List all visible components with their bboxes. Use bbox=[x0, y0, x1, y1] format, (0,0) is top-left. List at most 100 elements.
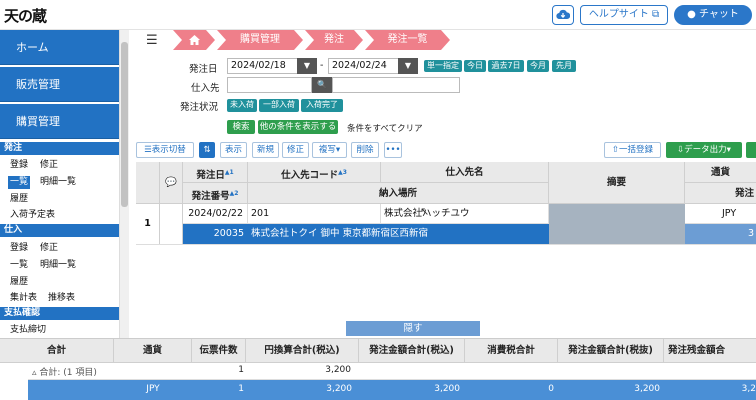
row-comment-cell[interactable] bbox=[160, 204, 183, 244]
cell-order-number[interactable]: 20035 bbox=[183, 224, 248, 244]
summary-group-count: 1 bbox=[238, 365, 244, 375]
show-button[interactable]: 表示 bbox=[220, 142, 247, 158]
extra-output-button[interactable] bbox=[746, 142, 756, 158]
sidebar-scroll-thumb[interactable] bbox=[121, 42, 128, 207]
order-detail-list-link[interactable]: 明細一覧 bbox=[40, 176, 76, 189]
cloud-download-button[interactable] bbox=[552, 5, 574, 25]
purchase-detail-list-link[interactable]: 明細一覧 bbox=[40, 259, 76, 272]
sidebar-item-purchasing[interactable]: 購買管理 bbox=[0, 104, 119, 139]
cell-supplier-name[interactable]: 株式会社ハッチユウ bbox=[381, 204, 549, 224]
last-month-button[interactable]: 先月 bbox=[552, 60, 576, 72]
cell-order-partial[interactable]: 3 bbox=[685, 224, 756, 244]
status-complete-toggle[interactable]: 入荷完了 bbox=[301, 99, 343, 112]
date-from-dropdown[interactable]: ▼ bbox=[297, 58, 317, 74]
search-icon[interactable]: 🔍 bbox=[312, 77, 332, 93]
group-label-text: 合計: (1 項目) bbox=[39, 368, 97, 378]
breadcrumb-order[interactable]: 発注 bbox=[305, 30, 363, 50]
supplier-input[interactable] bbox=[227, 77, 312, 93]
header-delivery-location[interactable]: 納入場所 bbox=[248, 183, 549, 204]
more-button[interactable]: ••• bbox=[384, 142, 402, 158]
section-order: 発注 bbox=[0, 142, 119, 155]
sidebar-item-home[interactable]: ホーム bbox=[0, 30, 119, 65]
order-number-header-label: 発注番号 bbox=[191, 191, 230, 203]
edit-button[interactable]: 修正 bbox=[282, 142, 309, 158]
breadcrumb-purchasing[interactable]: 購買管理 bbox=[217, 30, 303, 50]
data-output-button[interactable]: ⇩データ出力▾ bbox=[666, 142, 742, 158]
caret-down-icon: ▾ bbox=[726, 145, 731, 155]
past-7-days-button[interactable]: 過去7日 bbox=[488, 60, 524, 72]
purchase-list-link[interactable]: 一覧 bbox=[10, 259, 28, 272]
summary-total-row[interactable]: JPY 1 3,200 3,200 0 3,200 3,2 bbox=[28, 380, 756, 400]
order-edit-link[interactable]: 修正 bbox=[40, 159, 58, 172]
status-partial-toggle[interactable]: 一部入荷 bbox=[259, 99, 299, 112]
caret-down-icon: ▾ bbox=[335, 145, 341, 155]
search-button[interactable]: 検索 bbox=[227, 120, 255, 134]
order-list-link[interactable]: 一覧 bbox=[8, 176, 31, 189]
copy-label: 複写 bbox=[318, 145, 336, 155]
breadcrumb-home[interactable] bbox=[173, 30, 215, 50]
summary-header-total[interactable]: 合計 bbox=[0, 339, 114, 363]
display-toggle-button[interactable]: ☰表示切替 bbox=[136, 142, 194, 158]
this-month-button[interactable]: 今月 bbox=[527, 60, 549, 72]
show-other-conditions-button[interactable]: 他の条件を表示する bbox=[258, 120, 338, 134]
supplier-name-input[interactable] bbox=[332, 77, 460, 93]
total-order-excl: 3,200 bbox=[634, 384, 660, 394]
header-order-date[interactable]: 発注日▲1 bbox=[183, 162, 248, 183]
header-order-partial[interactable]: 発注 bbox=[685, 183, 756, 204]
header-supplier-name[interactable]: 仕入先名 bbox=[381, 162, 549, 183]
sort-button[interactable]: ⇅ bbox=[199, 142, 215, 158]
total-row-left-cell bbox=[0, 380, 28, 400]
purchase-history-link[interactable]: 履歴 bbox=[10, 276, 28, 289]
order-date-header-label: 発注日 bbox=[196, 170, 225, 182]
purchase-edit-link[interactable]: 修正 bbox=[40, 242, 58, 255]
help-site-button[interactable]: ヘルプサイト ⧉ bbox=[580, 5, 668, 25]
summary-header-slip-count[interactable]: 伝票件数 bbox=[192, 339, 246, 363]
summary-header-yen-total[interactable]: 円換算合計(税込) bbox=[246, 339, 359, 363]
cell-order-date[interactable]: 2024/02/22 bbox=[183, 204, 248, 224]
purchase-trend-link[interactable]: 推移表 bbox=[48, 292, 75, 305]
header-summary[interactable]: 摘要 bbox=[549, 162, 685, 204]
header-order-number[interactable]: 発注番号▲2 bbox=[183, 183, 248, 204]
cell-summary[interactable] bbox=[549, 204, 685, 244]
purchase-summary-link[interactable]: 集計表 bbox=[10, 292, 37, 305]
grid-comment-header: 💬 bbox=[160, 162, 183, 204]
copy-button[interactable]: 複写▾ bbox=[312, 142, 347, 158]
list-icon: ☰ bbox=[144, 145, 152, 155]
cell-supplier-code[interactable]: 201 bbox=[248, 204, 381, 224]
app-logo[interactable]: 天の蔵 bbox=[4, 5, 47, 26]
new-button[interactable]: 新規 bbox=[252, 142, 279, 158]
single-date-button[interactable]: 単一指定 bbox=[424, 60, 462, 72]
top-bar: 天の蔵 ヘルプサイト ⧉ ● チャット bbox=[0, 0, 756, 30]
bulk-register-button[interactable]: ⇧一括登録 bbox=[604, 142, 661, 158]
chat-button[interactable]: ● チャット bbox=[674, 5, 752, 25]
hide-summary-button[interactable]: 隠す bbox=[346, 321, 480, 336]
status-not-arrived-toggle[interactable]: 未入荷 bbox=[227, 99, 257, 112]
purchase-register-link[interactable]: 登録 bbox=[10, 242, 28, 255]
arrival-schedule-link[interactable]: 入荷予定表 bbox=[10, 209, 55, 222]
sort-indicator: ▲2 bbox=[229, 190, 239, 197]
cell-delivery-location[interactable]: 株式会社トクイ 御中 東京都新宿区西新宿 bbox=[248, 224, 549, 244]
order-history-link[interactable]: 履歴 bbox=[10, 193, 28, 206]
today-button[interactable]: 今日 bbox=[464, 60, 486, 72]
cell-currency[interactable]: JPY bbox=[685, 204, 756, 224]
summary-header-order-incl[interactable]: 発注金額合計(税込) bbox=[359, 339, 465, 363]
date-separator: - bbox=[320, 60, 324, 71]
section-purchase: 仕入 bbox=[0, 224, 119, 237]
summary-header-remaining[interactable]: 発注残金額合 bbox=[664, 339, 756, 363]
header-currency[interactable]: 通貨 bbox=[685, 162, 756, 183]
sidebar-item-sales[interactable]: 販売管理 bbox=[0, 67, 119, 102]
payment-cutoff-link[interactable]: 支払締切 bbox=[10, 324, 46, 337]
section-payment: 支払確認 bbox=[0, 307, 119, 320]
order-register-link[interactable]: 登録 bbox=[10, 159, 28, 172]
order-date-label: 発注日 bbox=[189, 64, 218, 75]
date-to-dropdown[interactable]: ▼ bbox=[398, 58, 418, 74]
clear-all-conditions-link[interactable]: 条件をすべてクリア bbox=[347, 122, 423, 134]
summary-header-order-excl[interactable]: 発注金額合計(税抜) bbox=[558, 339, 664, 363]
header-supplier-code[interactable]: 仕入先コード▲3 bbox=[248, 162, 381, 183]
summary-header-currency[interactable]: 通貨 bbox=[114, 339, 192, 363]
help-site-label: ヘルプサイト bbox=[588, 9, 649, 20]
menu-icon[interactable]: ☰ bbox=[146, 33, 158, 48]
delete-button[interactable]: 削除 bbox=[351, 142, 379, 158]
summary-header-tax[interactable]: 消費税合計 bbox=[465, 339, 558, 363]
sidebar: ホーム 販売管理 購買管理 発注 登録 修正 一覧 明細一覧 履歴 入荷予定表 … bbox=[0, 30, 119, 338]
